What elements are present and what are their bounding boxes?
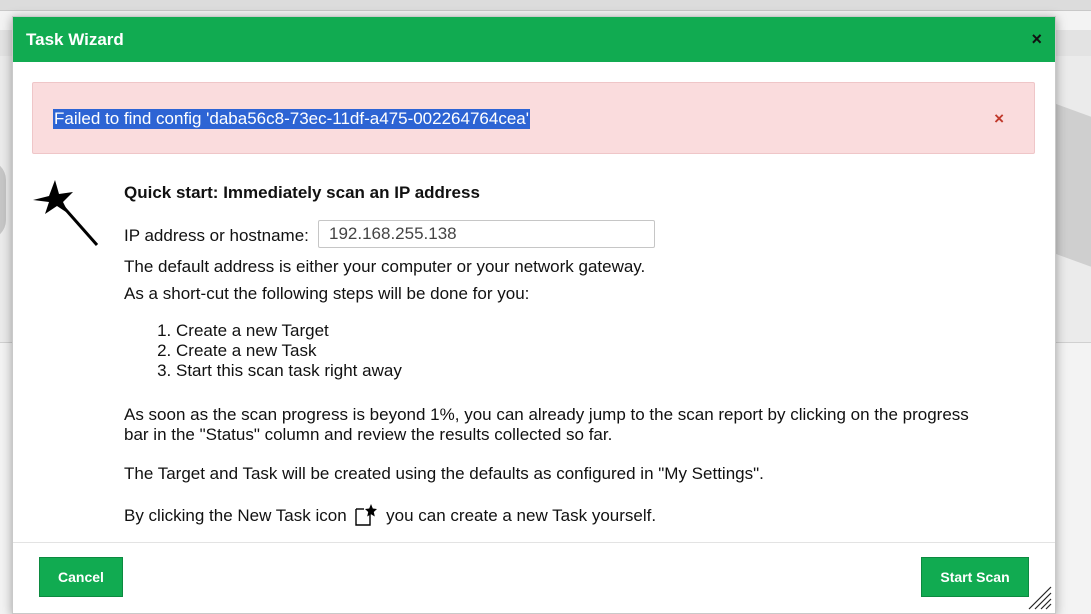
dialog-footer: Cancel Start Scan — [13, 542, 1055, 613]
start-scan-button[interactable]: Start Scan — [921, 557, 1029, 597]
background-topbar — [0, 0, 1091, 11]
step-item: Create a new Target — [176, 321, 402, 341]
dialog-titlebar: Task Wizard × — [13, 17, 1055, 62]
quick-start-heading: Quick start: Immediately scan an IP addr… — [124, 183, 480, 202]
alert-close-button[interactable]: × — [994, 109, 1004, 129]
new-task-icon — [355, 504, 378, 526]
cancel-button[interactable]: Cancel — [39, 557, 123, 597]
shortcut-note: As a short-cut the following steps will … — [124, 284, 530, 303]
error-message: Failed to find config 'daba56c8-73ec-11d… — [53, 109, 530, 129]
new-task-note-before: By clicking the New Task icon — [124, 506, 347, 525]
new-task-note: By clicking the New Task icon you can cr… — [124, 504, 656, 526]
resize-handle-icon[interactable] — [1025, 583, 1053, 611]
new-task-note-after: you can create a new Task yourself. — [386, 506, 657, 525]
dialog-title: Task Wizard — [26, 30, 124, 49]
step-item: Start this scan task right away — [176, 361, 402, 381]
magic-wand-icon — [33, 180, 99, 246]
step-item: Create a new Task — [176, 341, 402, 361]
steps-list: Create a new Target Create a new Task St… — [124, 321, 402, 381]
ip-address-input[interactable] — [318, 220, 655, 248]
error-alert: Failed to find config 'daba56c8-73ec-11d… — [32, 82, 1035, 154]
ip-address-label: IP address or hostname: — [124, 226, 309, 245]
default-address-note: The default address is either your compu… — [124, 257, 646, 276]
defaults-note: The Target and Task will be created usin… — [124, 464, 764, 483]
dialog-close-button[interactable]: × — [1031, 29, 1042, 49]
progress-note: As soon as the scan progress is beyond 1… — [124, 405, 969, 444]
task-wizard-dialog: Task Wizard × Failed to find config 'dab… — [12, 16, 1056, 614]
